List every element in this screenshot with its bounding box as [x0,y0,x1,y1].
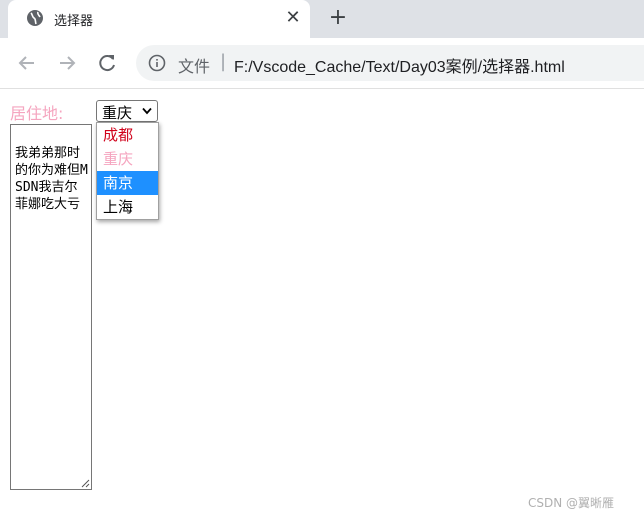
scheme-label: 文件 [178,57,211,76]
info-icon[interactable] [148,54,166,72]
tab-title: 选择器 [54,14,94,29]
watermark: CSDN @翼晰雁 [528,496,615,510]
browser-toolbar: 文件 | F:/Vscode_Cache/Text/Day03案例/选择器.ht… [0,38,644,89]
back-arrow-icon[interactable] [14,50,40,76]
reload-icon[interactable] [94,50,120,76]
tab-strip: 选择器 ✕ + [0,0,644,38]
omnibox-separator: | [220,51,227,72]
option-chongqing[interactable]: 重庆 [97,147,158,171]
option-chengdu[interactable]: 成都 [97,123,158,147]
city-select[interactable]: 重庆 [96,100,158,122]
option-shanghai[interactable]: 上海 [97,195,158,219]
chevron-down-icon [142,107,152,115]
close-icon[interactable]: ✕ [282,7,304,29]
forward-arrow-icon[interactable] [54,50,80,76]
option-nanjing[interactable]: 南京 [97,171,158,195]
text-area[interactable]: 我弟弟那时的你为难但MSDN我吉尔菲娜吃大亏 [10,124,92,490]
address-bar[interactable]: 文件 | F:/Vscode_Cache/Text/Day03案例/选择器.ht… [136,45,644,81]
plus-icon[interactable]: + [326,6,350,30]
resize-grip-icon[interactable] [80,478,90,488]
url-text[interactable]: F:/Vscode_Cache/Text/Day03案例/选择器.html [234,53,565,77]
globe-icon [27,10,43,26]
browser-tab[interactable]: 选择器 ✕ [8,0,310,38]
residence-label: 居住地: [10,104,64,123]
select-value: 重庆 [102,104,133,122]
select-dropdown: 成都 重庆 南京 上海 [96,122,159,220]
